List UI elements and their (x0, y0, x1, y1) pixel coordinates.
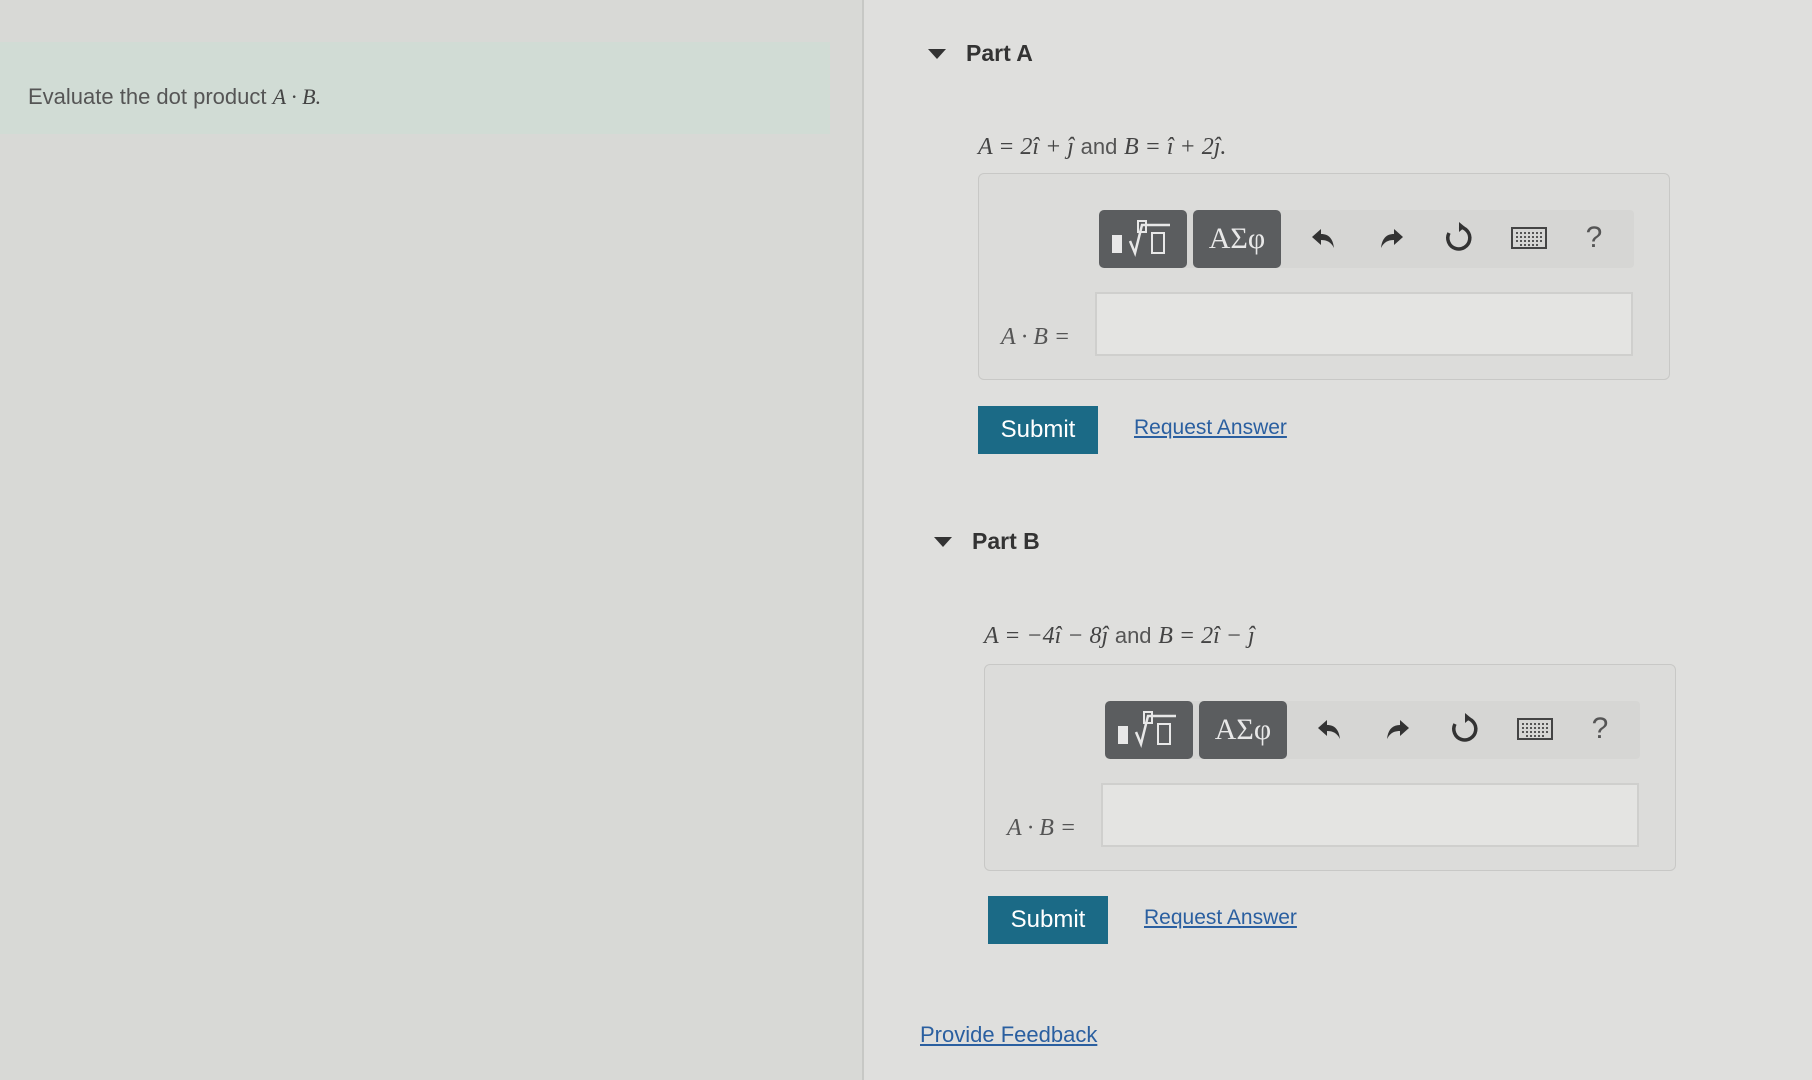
reset-icon[interactable] (1445, 709, 1485, 749)
collapse-caret-icon[interactable] (934, 536, 952, 547)
templates-button[interactable] (1099, 210, 1187, 268)
vector-a-def: A = 2î + ĵ (978, 134, 1074, 160)
math-toolbar: ΑΣφ ? (1099, 210, 1634, 268)
submit-button[interactable]: Submit (978, 406, 1098, 454)
provide-feedback-link[interactable]: Provide Feedback (920, 1022, 1097, 1048)
part-a-statement: A = 2î + ĵ and B = î + 2ĵ. (978, 133, 1226, 161)
part-b-header[interactable]: Part B (934, 528, 1040, 555)
collapse-caret-icon[interactable] (928, 48, 946, 59)
intro-text: Evaluate the dot product A · B. (28, 84, 321, 110)
part-a-answer-box: ΑΣφ ? A · B = (978, 173, 1670, 380)
part-a-title: Part A (966, 40, 1033, 66)
submit-button[interactable]: Submit (988, 896, 1108, 944)
templates-icon (1118, 711, 1176, 748)
templates-icon (1112, 220, 1170, 257)
vector-a-def: A = −4î − 8ĵ (984, 623, 1109, 649)
keyboard-icon[interactable] (1515, 709, 1555, 749)
templates-button[interactable] (1105, 701, 1193, 759)
undo-icon[interactable] (1310, 709, 1350, 749)
parts-pane: Part A A = 2î + ĵ and B = î + 2ĵ. ΑΣφ ? … (864, 0, 1812, 1080)
answer-input[interactable] (1101, 783, 1639, 847)
part-b-title: Part B (972, 528, 1040, 554)
part-b-statement: A = −4î − 8ĵ and B = 2î − ĵ (984, 622, 1255, 650)
help-icon[interactable]: ? (1574, 218, 1614, 258)
redo-icon[interactable] (1377, 709, 1417, 749)
vector-b-def: B = î + 2ĵ. (1124, 134, 1227, 160)
reset-icon[interactable] (1439, 218, 1479, 258)
problem-pane: Evaluate the dot product A · B. (0, 0, 862, 1080)
greek-symbols-button[interactable]: ΑΣφ (1199, 701, 1287, 759)
intro-math: A · B. (272, 84, 322, 109)
part-a-header[interactable]: Part A (928, 40, 1033, 67)
redo-icon[interactable] (1371, 218, 1411, 258)
part-b-answer-box: ΑΣφ ? A · B = (984, 664, 1676, 871)
and-label: and (1080, 134, 1118, 159)
and-label: and (1114, 623, 1152, 648)
undo-icon[interactable] (1304, 218, 1344, 258)
answer-label: A · B = (1001, 324, 1071, 350)
request-answer-link[interactable]: Request Answer (1144, 906, 1297, 930)
answer-label: A · B = (1007, 815, 1077, 841)
help-icon[interactable]: ? (1580, 709, 1620, 749)
greek-symbols-button[interactable]: ΑΣφ (1193, 210, 1281, 268)
vector-b-def: B = 2î − ĵ (1158, 623, 1255, 649)
math-toolbar: ΑΣφ ? (1105, 701, 1640, 759)
intro-label: Evaluate the dot product (28, 84, 267, 109)
request-answer-link[interactable]: Request Answer (1134, 416, 1287, 440)
keyboard-icon[interactable] (1509, 218, 1549, 258)
answer-input[interactable] (1095, 292, 1633, 356)
